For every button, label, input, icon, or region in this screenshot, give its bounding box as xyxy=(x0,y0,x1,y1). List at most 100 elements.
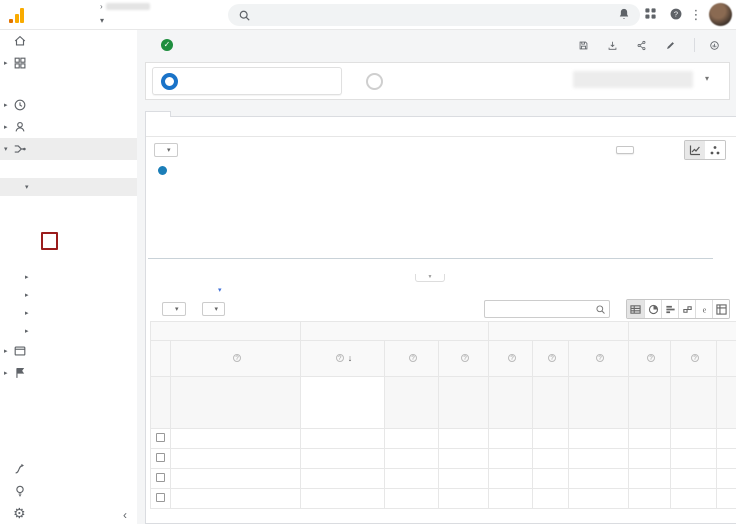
data-view-button[interactable] xyxy=(627,300,644,318)
divider xyxy=(694,38,695,52)
col-goal-conversion-rate[interactable]: ? xyxy=(628,340,672,377)
total-bounce-rate xyxy=(488,376,534,429)
chevron-down-icon[interactable]: ▾ xyxy=(705,74,709,83)
metric-dropdown[interactable]: ▾ xyxy=(154,143,178,157)
more-options-icon[interactable]: ⋮ xyxy=(688,7,704,23)
table-search-box[interactable] xyxy=(484,300,610,318)
insights-icon xyxy=(710,40,719,50)
help-icon[interactable]: ? xyxy=(233,353,241,362)
term-cloud-view-button[interactable]: e xyxy=(695,300,712,318)
help-icon[interactable]: ? xyxy=(461,353,469,362)
help-icon[interactable]: ? xyxy=(548,353,557,362)
sidebar-item-admin[interactable]: ⚙ xyxy=(0,502,137,524)
performance-view-button[interactable] xyxy=(661,300,678,318)
insights-button[interactable] xyxy=(709,40,724,51)
dimension-other-dropdown[interactable]: ▾ xyxy=(218,283,222,295)
col-new-users[interactable]: ? xyxy=(384,340,439,377)
edit-button[interactable] xyxy=(665,40,680,51)
sidebar-item-channels[interactable] xyxy=(0,196,137,214)
sidebar-item-campaigns[interactable]: ▸ xyxy=(0,322,137,340)
total-new-users xyxy=(384,376,439,429)
col-users[interactable]: ? ↓ xyxy=(300,340,385,377)
col-avg-session-duration[interactable]: ? xyxy=(568,340,630,377)
help-icon[interactable]: ? xyxy=(409,353,417,362)
pivot-view-button[interactable] xyxy=(712,300,729,318)
help-icon[interactable]: ? xyxy=(691,353,700,362)
col-pages-session[interactable]: ? xyxy=(532,340,570,377)
table-totals-row xyxy=(150,376,736,429)
annotation-highlight-box xyxy=(41,232,58,250)
segment-all-users[interactable] xyxy=(152,67,342,95)
help-icon[interactable]: ? xyxy=(668,7,684,23)
granularity-month-button[interactable] xyxy=(650,147,666,153)
col-goal-value[interactable] xyxy=(716,340,736,377)
sidebar-item-treemaps[interactable] xyxy=(0,214,137,232)
save-button[interactable] xyxy=(578,40,593,51)
sidebar-item-customization[interactable]: ▸ xyxy=(0,52,137,74)
sidebar-item-social[interactable]: ▸ xyxy=(0,304,137,322)
row-checkbox[interactable] xyxy=(156,472,165,482)
col-goal-completions[interactable]: ? xyxy=(670,340,718,377)
apps-grid-icon[interactable] xyxy=(642,7,658,23)
help-icon[interactable]: ? xyxy=(508,353,517,362)
percentage-view-button[interactable] xyxy=(644,300,661,318)
row-checkbox[interactable] xyxy=(156,432,165,442)
help-icon[interactable]: ? xyxy=(335,353,344,362)
sidebar-item-behavior[interactable]: ▸ xyxy=(0,340,137,362)
x-axis xyxy=(148,261,713,273)
row-checkbox[interactable] xyxy=(156,452,165,462)
secondary-dimension-dropdown[interactable]: ▾ xyxy=(162,302,186,316)
table-view-switch: e xyxy=(626,299,730,319)
col-sessions[interactable]: ? xyxy=(437,340,490,377)
help-icon[interactable]: ? xyxy=(596,353,605,362)
total-goal-conversion-rate xyxy=(628,376,672,429)
share-button[interactable] xyxy=(636,40,651,51)
table-search-input[interactable] xyxy=(485,303,595,315)
sidebar-item-attribution[interactable] xyxy=(0,458,137,480)
sidebar-item-source-medium[interactable] xyxy=(0,232,137,250)
user-avatar[interactable] xyxy=(709,3,732,26)
sidebar-item-realtime[interactable]: ▸ xyxy=(0,94,137,116)
notifications-bell-icon[interactable] xyxy=(616,7,632,23)
sidebar-item-all-traffic[interactable]: ▾ xyxy=(0,178,137,196)
sidebar-item-discover[interactable] xyxy=(0,480,137,502)
help-icon[interactable]: ? xyxy=(647,353,656,362)
add-segment-ring-icon xyxy=(366,72,383,90)
motion-chart-view-button[interactable] xyxy=(705,141,725,159)
export-button[interactable] xyxy=(607,40,622,51)
expand-arrow-icon: ▸ xyxy=(25,310,29,317)
account-switcher[interactable]: › ▾ xyxy=(97,2,150,26)
chart-collapse-handle[interactable]: ▼ xyxy=(415,274,445,282)
sidebar-item-google-ads[interactable]: ▸ xyxy=(0,268,137,286)
line-chart-view-button[interactable] xyxy=(685,141,705,159)
collapse-arrow-icon: ▾ xyxy=(25,184,29,191)
pie-chart-icon xyxy=(648,304,658,314)
chart-plot-area[interactable] xyxy=(148,163,713,259)
sidebar-item-audience[interactable]: ▸ xyxy=(0,116,137,138)
sidebar-item-search-console[interactable]: ▸ xyxy=(0,286,137,304)
sort-descending-icon[interactable]: ↓ xyxy=(348,353,353,363)
table-toolbar: ▾ ▾ e xyxy=(146,297,736,321)
redacted-account-name xyxy=(105,3,150,10)
col-source-medium[interactable]: ? xyxy=(170,340,301,377)
chevron-right-icon: › xyxy=(100,2,103,11)
analytics-logo-icon[interactable] xyxy=(9,7,24,23)
granularity-day-button[interactable] xyxy=(616,146,634,154)
lightbulb-icon xyxy=(13,484,30,498)
sidebar-item-home[interactable] xyxy=(0,30,137,52)
sidebar-item-overview[interactable] xyxy=(0,160,137,178)
comparison-view-button[interactable] xyxy=(678,300,695,318)
date-range-selector-redacted[interactable] xyxy=(573,71,693,88)
topbar: › ▾ ? ⋮ xyxy=(0,0,736,30)
granularity-week-button[interactable] xyxy=(634,147,650,153)
sidebar-item-conversions[interactable]: ▸ xyxy=(0,362,137,384)
col-bounce-rate[interactable]: ? xyxy=(488,340,534,377)
add-segment-button[interactable] xyxy=(358,67,391,95)
sidebar-collapse-icon[interactable]: ‹ xyxy=(123,508,127,522)
row-checkbox[interactable] xyxy=(156,492,165,502)
explorer-tab[interactable] xyxy=(145,111,171,117)
sort-type-dropdown[interactable]: ▾ xyxy=(201,302,226,316)
global-search-input[interactable] xyxy=(228,4,640,26)
sidebar-item-referrals[interactable] xyxy=(0,250,137,268)
sidebar-item-acquisition[interactable]: ▾ xyxy=(0,138,137,160)
